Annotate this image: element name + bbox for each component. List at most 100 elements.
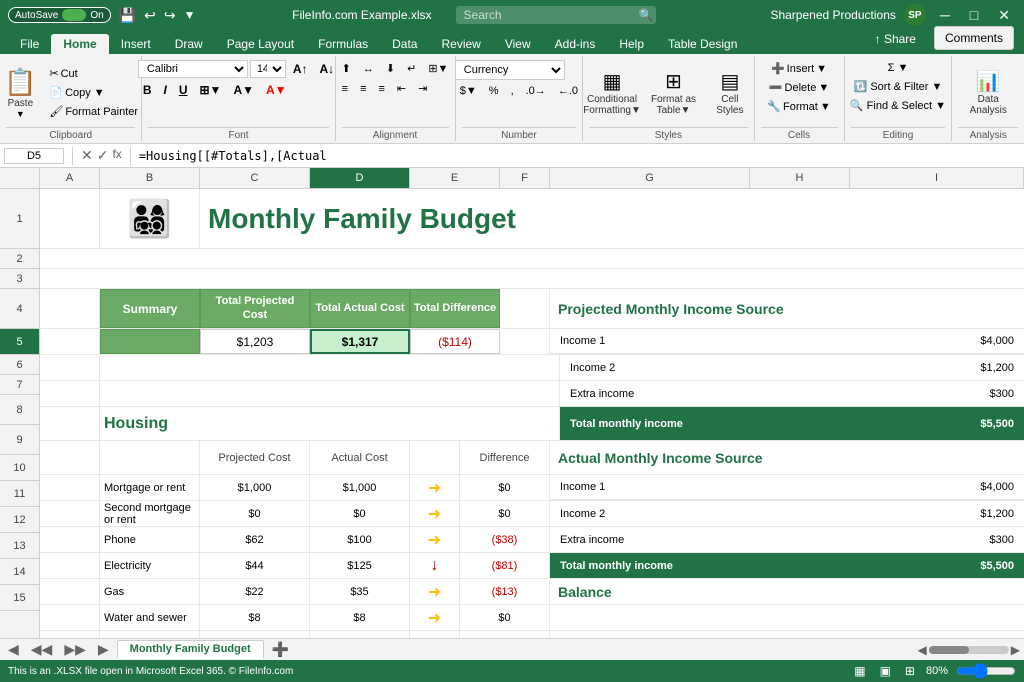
confirm-formula-icon[interactable]: ✓: [97, 147, 109, 164]
row-14[interactable]: 14: [0, 559, 39, 585]
tab-data[interactable]: Data: [380, 34, 429, 54]
bold-button[interactable]: B: [138, 81, 157, 99]
font-color-button[interactable]: A▼: [261, 81, 292, 99]
indent-increase-button[interactable]: ⇥: [413, 80, 432, 97]
align-bottom-button[interactable]: ⬇: [381, 60, 400, 77]
comments-button[interactable]: Comments: [934, 26, 1014, 50]
insert-cells-button[interactable]: ➕ Insert ▼: [766, 60, 832, 77]
align-left-button[interactable]: ≡: [337, 81, 353, 97]
zoom-slider[interactable]: [956, 663, 1016, 679]
sheet-tab-budget[interactable]: Monthly Family Budget: [117, 640, 264, 659]
tab-view[interactable]: View: [493, 34, 543, 54]
row-3[interactable]: 3: [0, 269, 39, 289]
sheet-nav-next[interactable]: ▶: [94, 641, 113, 658]
accounting-button[interactable]: $▼: [455, 83, 482, 99]
decimal-increase-button[interactable]: .0→: [521, 83, 551, 99]
cell-styles-button[interactable]: ▤ Cell Styles: [704, 61, 757, 125]
italic-button[interactable]: I: [158, 81, 171, 99]
row-11[interactable]: 11: [0, 481, 39, 507]
row-8[interactable]: 8: [0, 395, 39, 425]
undo-icon[interactable]: ↩: [144, 7, 156, 24]
add-sheet-button[interactable]: ➕: [268, 641, 293, 658]
format-as-table-button[interactable]: ⊞ Format asTable▼: [648, 61, 700, 125]
autosave-toggle[interactable]: [62, 9, 86, 21]
scroll-left-icon[interactable]: ◀: [918, 643, 927, 657]
row-15[interactable]: 15: [0, 585, 39, 611]
normal-view-button[interactable]: ▦: [851, 663, 868, 679]
cancel-formula-icon[interactable]: ✕: [81, 147, 93, 164]
tab-draw[interactable]: Draw: [163, 34, 215, 54]
decimal-decrease-button[interactable]: ←.0: [553, 83, 583, 99]
sheet-nav-prev[interactable]: ◀: [4, 641, 23, 658]
tab-table-design[interactable]: Table Design: [656, 34, 749, 54]
scroll-right-icon[interactable]: ▶: [1011, 643, 1020, 657]
col-A[interactable]: A: [40, 168, 100, 188]
paste-button[interactable]: 📋 Paste ▼: [0, 61, 42, 125]
col-I[interactable]: I: [850, 168, 1024, 188]
wrap-text-button[interactable]: ↵: [402, 60, 421, 77]
row-10[interactable]: 10: [0, 455, 39, 481]
row-4[interactable]: 4: [0, 289, 39, 329]
tab-home[interactable]: Home: [51, 34, 108, 54]
tab-help[interactable]: Help: [607, 34, 656, 54]
indent-decrease-button[interactable]: ⇤: [392, 80, 411, 97]
increase-font-button[interactable]: A↑: [288, 60, 313, 78]
font-size-select[interactable]: 14: [250, 60, 286, 78]
insert-function-icon[interactable]: fx: [112, 147, 121, 164]
align-top-button[interactable]: ⬆: [337, 60, 356, 77]
underline-button[interactable]: U: [174, 81, 193, 99]
tab-file[interactable]: File: [8, 34, 51, 54]
col-C[interactable]: C: [200, 168, 310, 188]
data-analysis-button[interactable]: 📊 Data Analysis: [958, 61, 1018, 125]
redo-icon[interactable]: ↪: [164, 7, 176, 24]
col-E[interactable]: E: [410, 168, 500, 188]
name-box[interactable]: [4, 148, 64, 164]
tab-formulas[interactable]: Formulas: [306, 34, 380, 54]
comma-button[interactable]: ,: [506, 83, 519, 99]
row-2[interactable]: 2: [0, 249, 39, 269]
row-6[interactable]: 6: [0, 355, 39, 375]
share-button[interactable]: ↑ Share: [863, 28, 928, 50]
delete-cells-button[interactable]: ➖ Delete ▼: [764, 79, 834, 96]
borders-button[interactable]: ⊞▼: [195, 81, 227, 99]
row-13[interactable]: 13: [0, 533, 39, 559]
row-9[interactable]: 9: [0, 425, 39, 455]
col-B[interactable]: B: [100, 168, 200, 188]
row-12[interactable]: 12: [0, 507, 39, 533]
copy-button[interactable]: 📄 Copy ▼: [44, 84, 143, 101]
find-select-button[interactable]: 🔍 Find & Select ▼: [845, 97, 951, 114]
tab-insert[interactable]: Insert: [109, 34, 163, 54]
col-H[interactable]: H: [750, 168, 850, 188]
sheet-nav-next2[interactable]: ▶▶: [60, 641, 90, 658]
align-right-button[interactable]: ≡: [374, 81, 390, 97]
fill-color-button[interactable]: A▼: [228, 81, 259, 99]
align-center-button[interactable]: ≡: [355, 81, 371, 97]
formula-input[interactable]: [139, 149, 1020, 163]
align-middle-button[interactable]: ↔: [358, 61, 379, 77]
format-cells-button[interactable]: 🔧 Format ▼: [762, 98, 835, 115]
cut-button[interactable]: ✂ Cut: [44, 65, 143, 82]
row-7[interactable]: 7: [0, 375, 39, 395]
number-format-select[interactable]: Currency: [455, 60, 565, 80]
save-icon[interactable]: 💾: [119, 7, 136, 24]
sum-button[interactable]: Σ ▼: [883, 60, 914, 76]
autosave-badge[interactable]: AutoSave On: [8, 7, 111, 23]
sheet-nav-prev2[interactable]: ◀◀: [27, 641, 57, 658]
col-F[interactable]: F: [500, 168, 550, 188]
tab-review[interactable]: Review: [429, 34, 492, 54]
row-1[interactable]: 1: [0, 189, 39, 249]
customize-icon[interactable]: ▼: [184, 8, 196, 22]
row-5[interactable]: 5: [0, 329, 39, 355]
percent-button[interactable]: %: [484, 83, 504, 99]
page-layout-view-button[interactable]: ▣: [877, 663, 894, 679]
sort-filter-button[interactable]: 🔃 Sort & Filter ▼: [849, 78, 948, 95]
font-family-select[interactable]: Calibri: [138, 60, 248, 78]
col-G[interactable]: G: [550, 168, 750, 188]
col-D[interactable]: D: [310, 168, 410, 188]
merge-button[interactable]: ⊞▼: [423, 60, 453, 77]
search-input[interactable]: [456, 6, 656, 24]
tab-page-layout[interactable]: Page Layout: [215, 34, 306, 54]
page-break-view-button[interactable]: ⊞: [902, 663, 918, 679]
format-painter-button[interactable]: 🖌 Format Painter: [44, 103, 143, 120]
tab-addins[interactable]: Add-ins: [543, 34, 608, 54]
